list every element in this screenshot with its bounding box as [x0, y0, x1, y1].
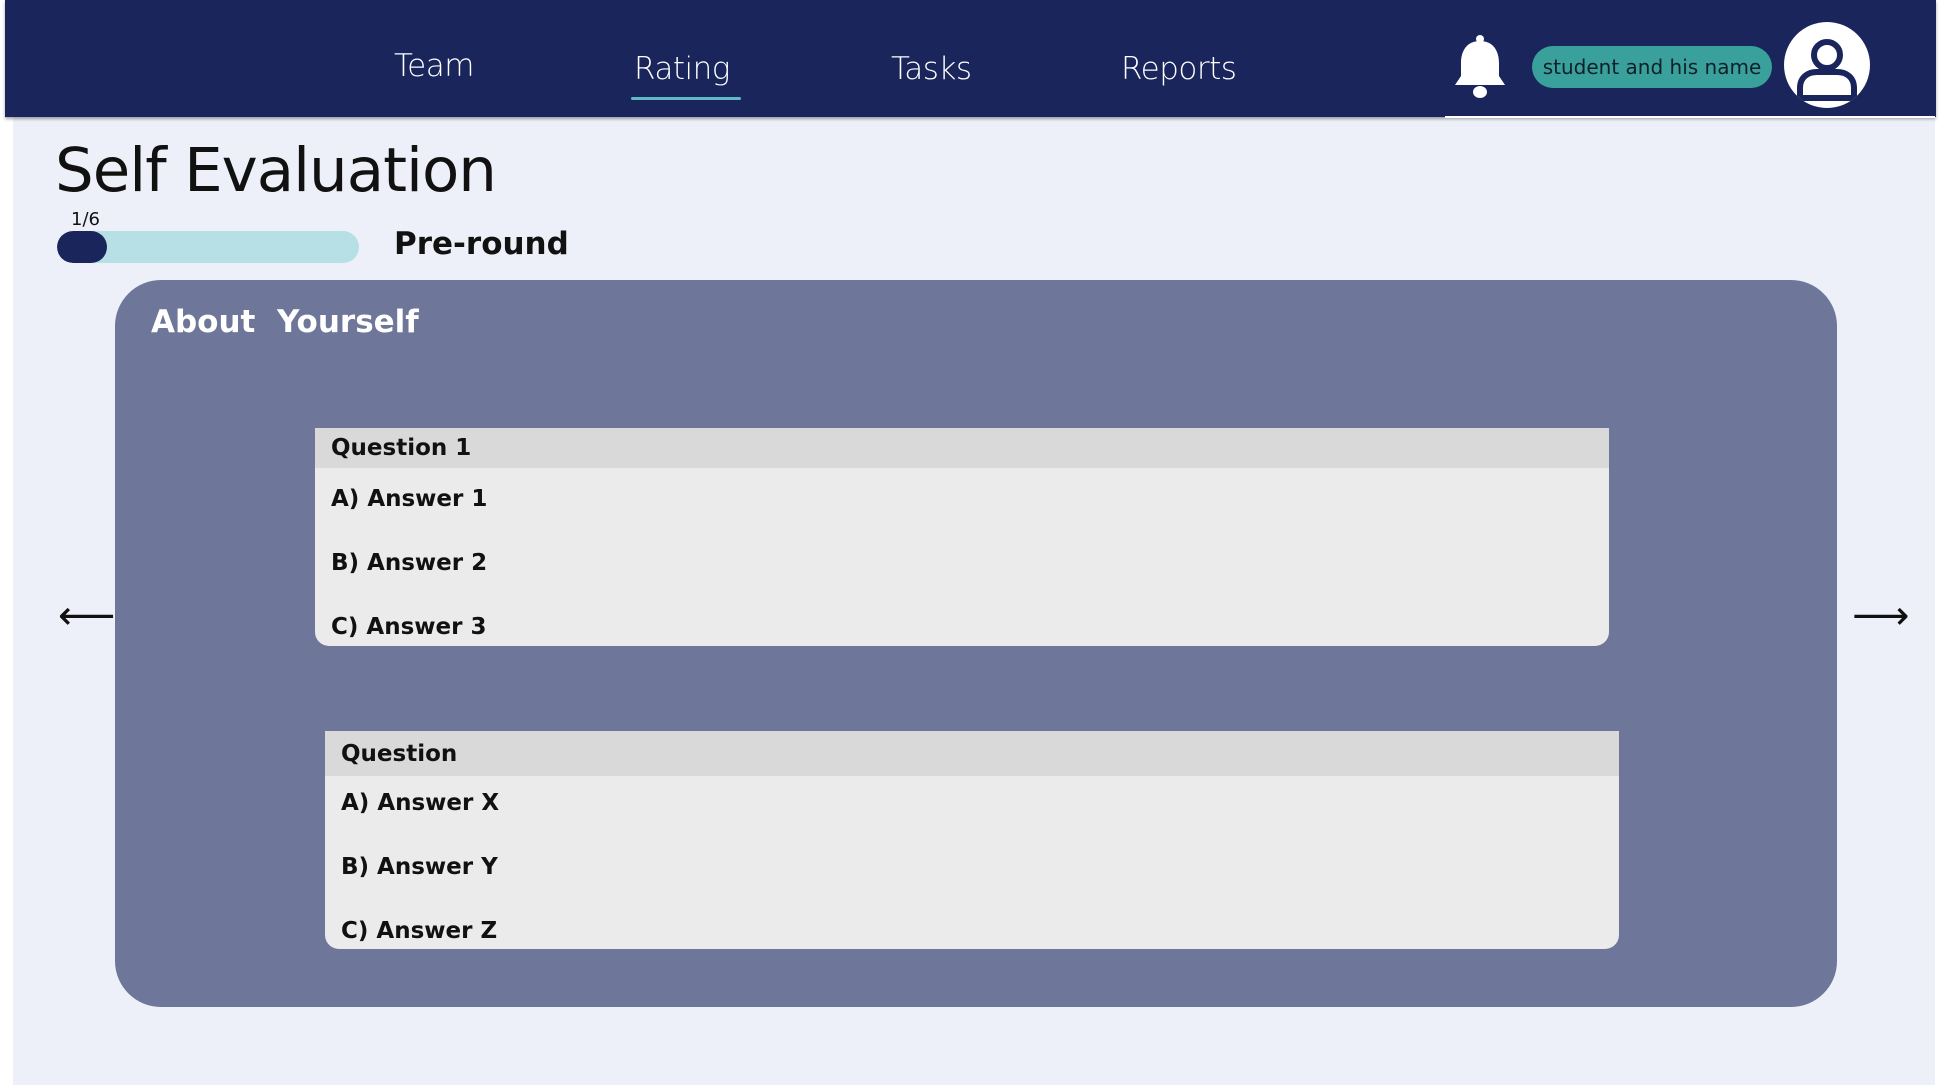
header-divider	[1445, 116, 1935, 118]
answer-option[interactable]: B) Answer 2	[331, 550, 487, 576]
question-title: Question	[325, 731, 1619, 776]
next-arrow-icon[interactable]: ⟶	[1852, 596, 1909, 636]
user-avatar-icon[interactable]	[1784, 22, 1870, 108]
round-label: Pre-round	[394, 226, 569, 262]
bell-icon[interactable]	[1452, 34, 1508, 100]
question-title: Question 1	[315, 428, 1609, 468]
question-card: About Yourself Question 1 A) Answer 1 B)…	[115, 280, 1837, 1007]
user-name-badge[interactable]: student and his name	[1532, 46, 1772, 88]
page-title: Self Evaluation	[55, 135, 497, 206]
nav-rating[interactable]: Rating	[634, 51, 730, 87]
card-title: About Yourself	[151, 304, 419, 340]
answer-option[interactable]: C) Answer 3	[331, 614, 486, 640]
progress-bar-fill	[57, 231, 108, 263]
active-tab-indicator	[631, 97, 741, 100]
top-navigation-bar: Team Rating Tasks Reports student and hi…	[5, 0, 1936, 117]
progress-bar	[57, 231, 359, 263]
answer-option[interactable]: B) Answer Y	[341, 854, 498, 880]
nav-team[interactable]: Team	[394, 48, 474, 84]
progress-counter: 1/6	[71, 209, 100, 230]
answer-option[interactable]: A) Answer 1	[331, 486, 487, 512]
question-block: Question A) Answer X B) Answer Y C) Answ…	[325, 731, 1619, 949]
question-block: Question 1 A) Answer 1 B) Answer 2 C) An…	[315, 428, 1609, 646]
answer-option[interactable]: C) Answer Z	[341, 918, 497, 944]
nav-reports[interactable]: Reports	[1121, 51, 1237, 87]
answer-option[interactable]: A) Answer X	[341, 790, 499, 816]
previous-arrow-icon[interactable]: ⟵	[58, 596, 115, 636]
nav-tasks[interactable]: Tasks	[891, 51, 972, 87]
